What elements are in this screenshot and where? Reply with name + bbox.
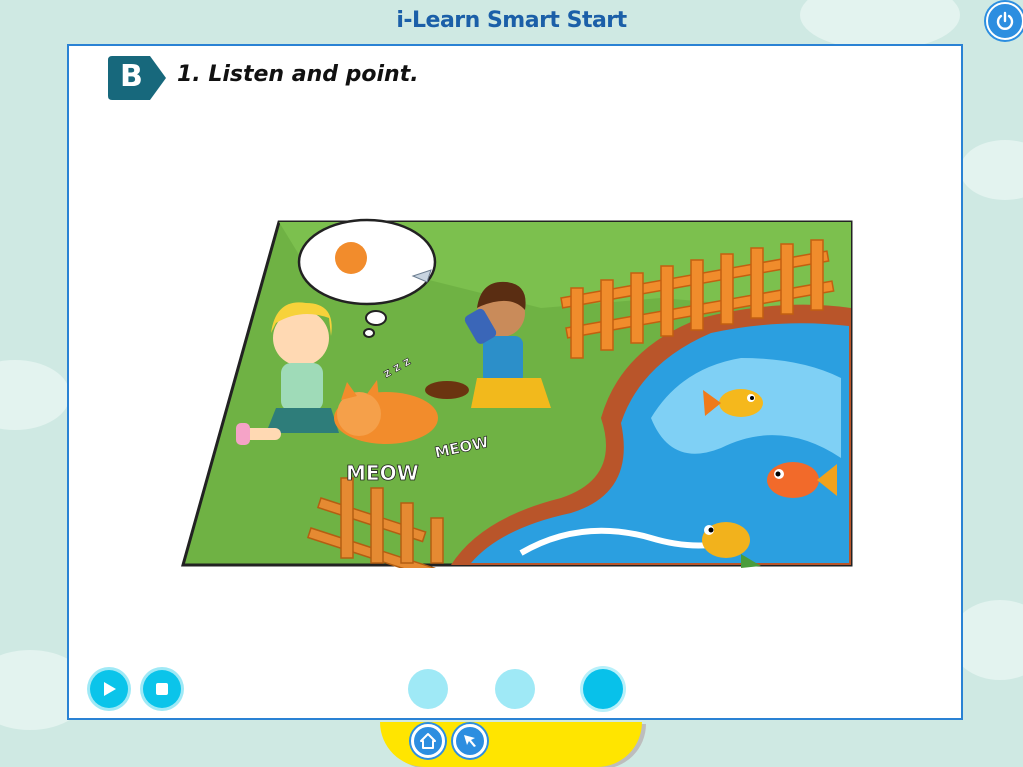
stop-button[interactable]	[143, 670, 181, 708]
exercise-panel: B 1. Listen and point. z z z MEOW MEOW	[67, 44, 963, 720]
track-dot-1[interactable]	[408, 669, 448, 709]
pond-scene-illustration: z z z MEOW MEOW	[181, 218, 853, 579]
home-icon	[420, 733, 436, 749]
track-dot-2[interactable]	[495, 669, 535, 709]
play-button[interactable]	[90, 670, 128, 708]
background-cloud	[0, 360, 70, 430]
play-icon	[104, 682, 116, 696]
home-button[interactable]	[411, 724, 445, 758]
section-letter: B	[120, 59, 143, 94]
stop-icon	[156, 683, 168, 695]
instruction-text: 1. Listen and point.	[177, 62, 419, 87]
section-badge: B	[106, 56, 168, 100]
track-dot-3-active[interactable]	[583, 669, 623, 709]
app-title: i-Learn Smart Start	[396, 8, 627, 33]
caption-meow-1: MEOW	[346, 461, 419, 485]
power-button[interactable]	[986, 2, 1023, 40]
background-cloud	[960, 140, 1023, 200]
back-arrow-icon	[464, 735, 476, 747]
power-icon	[996, 11, 1014, 30]
back-button[interactable]	[453, 724, 487, 758]
